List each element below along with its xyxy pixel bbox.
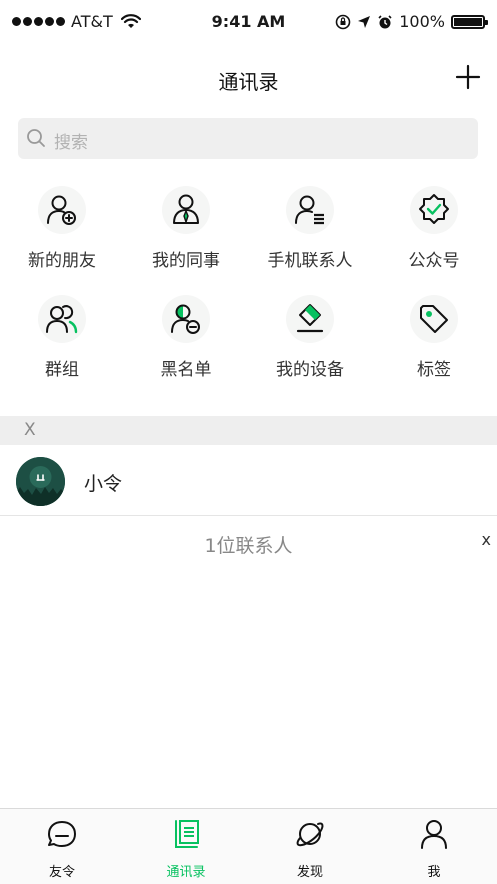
- colleague-icon: [173, 194, 199, 224]
- tab-discover[interactable]: 发现: [248, 817, 372, 880]
- page-title: 通讯录: [218, 70, 279, 94]
- search-icon: [27, 129, 45, 147]
- entry-label: 群组: [45, 360, 79, 380]
- location-icon: [358, 15, 371, 28]
- section-header: X: [0, 416, 497, 445]
- tab-chats[interactable]: 友令: [0, 817, 124, 880]
- entry-new-friends[interactable]: 新的朋友: [0, 182, 124, 271]
- device-icon: [296, 304, 324, 333]
- entry-phone-contacts[interactable]: 手机联系人: [248, 182, 372, 271]
- rotation-lock-icon: [335, 14, 351, 29]
- entry-label: 公众号: [408, 251, 460, 271]
- contacts-icon: [175, 820, 199, 848]
- tab-label: 友令: [48, 865, 75, 880]
- index-letter[interactable]: x: [482, 530, 491, 549]
- entry-colleagues[interactable]: 我的同事: [124, 182, 248, 271]
- entry-label: 手机联系人: [267, 251, 353, 271]
- entry-label: 新的朋友: [28, 251, 96, 271]
- status-bar: AT&T 9:41 AM 100%: [0, 0, 497, 44]
- contact-row[interactable]: 小令: [0, 447, 497, 516]
- blacklist-icon: [171, 304, 200, 334]
- tag-icon: [420, 305, 448, 333]
- tab-label: 我: [427, 865, 441, 880]
- entry-label: 黑名单: [160, 360, 212, 380]
- discover-icon: [296, 822, 324, 847]
- add-friend-icon: [47, 195, 76, 225]
- alarm-icon: [378, 14, 392, 28]
- entry-blacklist[interactable]: 黑名单: [124, 291, 248, 380]
- entry-label: 我的同事: [152, 251, 220, 271]
- me-icon: [421, 820, 447, 849]
- official-account-icon: [419, 194, 449, 224]
- tab-contacts[interactable]: 通讯录: [124, 817, 248, 880]
- navigation-bar: 通讯录: [0, 52, 497, 108]
- entry-label: 我的设备: [276, 360, 344, 380]
- tab-label: 发现: [296, 865, 323, 880]
- tab-label: 通讯录: [166, 865, 206, 880]
- search-placeholder: 搜索: [54, 133, 88, 153]
- entry-groups[interactable]: 群组: [0, 291, 124, 380]
- entry-official-accounts[interactable]: 公众号: [372, 182, 496, 271]
- contact-name: 小令: [84, 473, 123, 495]
- tab-bar: 友令 通讯录 发现 我: [0, 808, 497, 884]
- section-letter: X: [24, 420, 36, 440]
- entry-label: 标签: [417, 360, 451, 380]
- status-right: 100%: [335, 12, 488, 31]
- phone-contacts-icon: [295, 195, 324, 225]
- entry-my-devices[interactable]: 我的设备: [248, 291, 372, 380]
- chat-icon: [48, 821, 76, 847]
- battery-percent: 100%: [399, 12, 445, 31]
- entry-tags[interactable]: 标签: [372, 291, 496, 380]
- add-icon[interactable]: [453, 62, 483, 92]
- avatar: [16, 457, 65, 506]
- contact-count: 1位联系人: [204, 535, 293, 557]
- group-icon: [46, 305, 78, 334]
- search-bar[interactable]: 搜索: [18, 118, 478, 159]
- battery-icon: [451, 14, 488, 29]
- tab-me[interactable]: 我: [372, 817, 496, 880]
